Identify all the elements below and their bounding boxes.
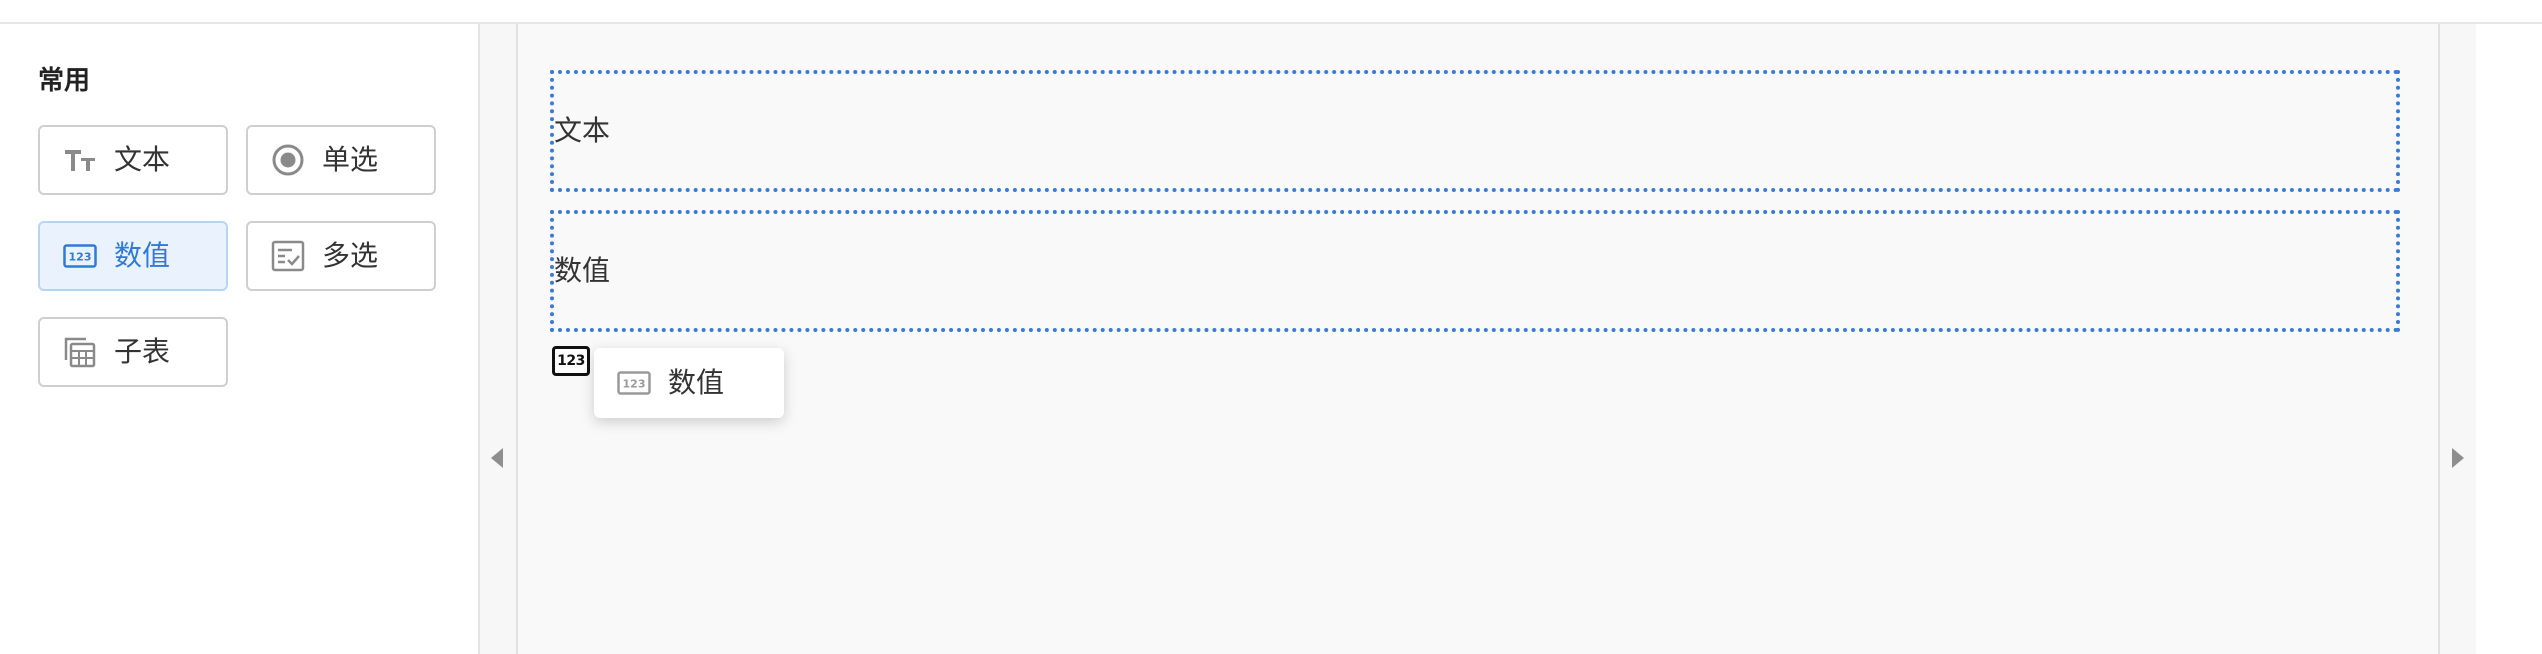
palette-item-label: 数值 [114,239,171,272]
properties-panel [2476,24,2542,654]
palette-item-radio[interactable]: 单选 [246,125,436,195]
form-field-number[interactable]: 数值 [550,210,2400,332]
number-icon-text: 123 [69,251,92,264]
drag-cursor-number-icon: 123 [552,346,590,376]
form-canvas[interactable]: 文本 数值 123 123 数值 [518,24,2438,654]
radio-icon [270,142,306,178]
drag-ghost-number: 123 数值 [594,348,784,418]
palette-item-label: 子表 [114,335,171,368]
palette-item-text[interactable]: 文本 [38,125,228,195]
left-collapse-gutter [480,24,518,654]
text-type-icon [62,142,98,178]
section-title-common: 常用 [38,66,91,96]
form-field-label: 文本 [554,114,611,147]
right-collapse-gutter [2438,24,2478,654]
number-icon: 123 [616,365,652,401]
palette-item-label: 文本 [114,143,171,176]
top-bar [0,0,2542,24]
palette-item-label: 单选 [322,143,379,176]
number-icon-text: 123 [623,378,646,391]
form-field-text[interactable]: 文本 [550,70,2400,192]
checklist-icon [270,238,306,274]
drag-ghost-label: 数值 [668,366,725,399]
palette-item-number[interactable]: 123 数值 [38,221,228,291]
palette-item-label: 多选 [322,239,379,272]
collapse-left-icon[interactable] [491,448,503,468]
palette-item-subtable[interactable]: 子表 [38,317,228,387]
collapse-right-icon[interactable] [2452,448,2464,468]
component-palette: 常用 文本 单选 123 数值 多选 子表 [0,24,480,654]
palette-item-multi[interactable]: 多选 [246,221,436,291]
form-field-label: 数值 [554,254,611,287]
number-icon: 123 [62,238,98,274]
subtable-icon [62,334,98,370]
